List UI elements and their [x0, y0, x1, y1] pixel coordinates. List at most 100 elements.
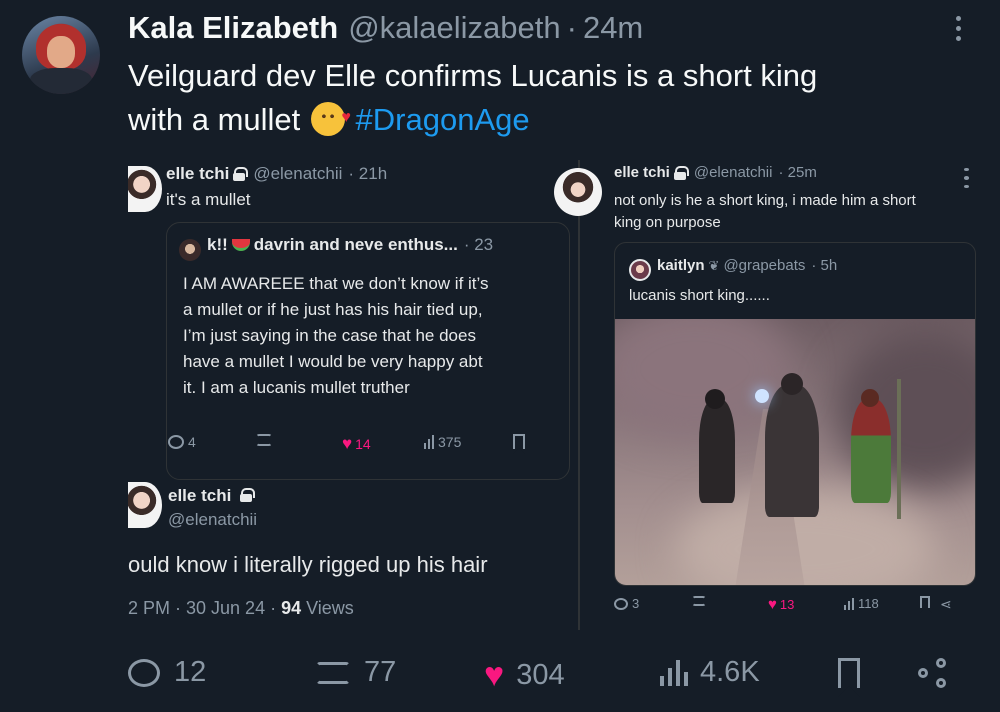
author-name[interactable]: Kala Elizabeth	[128, 10, 338, 46]
tweet-text: not only is he a short king, i made him …	[614, 190, 980, 234]
repost-button[interactable]	[692, 596, 706, 606]
post-text-line2: with a mullet #DragonAge	[128, 96, 948, 142]
views-count: 375	[438, 434, 462, 450]
more-icon[interactable]	[948, 16, 968, 46]
character-mage	[851, 399, 891, 503]
views-icon	[660, 659, 688, 686]
quote-text: I AM AWAREEE that we don’t know if it’s …	[183, 271, 563, 401]
reply-author: elle tchi	[168, 486, 255, 506]
hashtag-link[interactable]: #DragonAge	[356, 102, 530, 137]
avatar[interactable]	[179, 239, 201, 261]
author-name[interactable]: elle tchi	[168, 486, 231, 505]
post-header: Kala Elizabeth @kalaelizabeth · 24m	[128, 10, 643, 46]
views-count: 4.6K	[700, 656, 760, 688]
reply-button[interactable]: 12	[128, 656, 206, 689]
post-text: Veilguard dev Elle confirms Lucanis is a…	[128, 54, 948, 142]
quote-time[interactable]: · 5h	[811, 257, 837, 274]
post-text-line1: Veilguard dev Elle confirms Lucanis is a…	[128, 58, 818, 93]
heart-icon: ♥	[484, 656, 505, 694]
post-text-line2-start: with a mullet	[128, 102, 301, 137]
avatar[interactable]	[128, 166, 162, 212]
author-handle[interactable]: @kalaelizabeth	[348, 10, 560, 46]
repost-icon	[692, 596, 706, 606]
views-button[interactable]: 4.6K	[660, 656, 760, 689]
quote-time[interactable]: · 23	[464, 235, 493, 255]
watermelon-icon	[231, 239, 250, 251]
bookmark-button[interactable]	[838, 658, 860, 697]
author-handle[interactable]: @elenatchii	[168, 510, 257, 530]
tweet-actions: 3 ♥ 13 118 ⋖	[614, 594, 974, 614]
grape-icon: ❦	[708, 257, 720, 273]
tweet-actions: 4 ♥ 14 375	[168, 432, 528, 454]
repost-button[interactable]: 77	[316, 656, 396, 689]
views-icon	[844, 597, 854, 610]
reply-count: 3	[632, 596, 640, 611]
game-screenshot-image[interactable]	[615, 319, 975, 585]
reply-button[interactable]: 3	[614, 596, 639, 611]
avatar[interactable]	[629, 259, 651, 281]
repost-icon	[256, 434, 272, 446]
share-button[interactable]	[918, 658, 948, 688]
bookmark-icon	[513, 434, 525, 454]
more-icon[interactable]	[962, 168, 970, 188]
author-name[interactable]: elle tchi	[166, 164, 229, 184]
views-label: Views	[301, 598, 354, 618]
like-count: 304	[516, 659, 565, 691]
views-button[interactable]: 375	[424, 434, 461, 450]
like-button[interactable]: ♥ 13	[768, 596, 794, 613]
share-icon: ⋖	[940, 596, 952, 612]
avatar-armor	[30, 68, 92, 94]
views-button[interactable]: 118	[844, 596, 879, 611]
views-icon	[424, 435, 434, 449]
author-handle[interactable]: @elenatchii	[694, 164, 773, 181]
quote-author-name-suffix[interactable]: davrin and neve enthus...	[254, 235, 458, 255]
reply-timestamp[interactable]: 2 PM · 30 Jun 24 ·	[128, 598, 281, 618]
like-count: 14	[355, 436, 371, 452]
tweet-time[interactable]: · 21h	[348, 164, 387, 184]
quote-line: I AM AWAREEE that we don’t know if it’s	[183, 274, 489, 293]
post-time[interactable]: 24m	[583, 10, 643, 46]
share-button[interactable]: ⋖	[940, 596, 952, 613]
author-name[interactable]: elle tchi	[614, 164, 670, 181]
quote-author-name[interactable]: k!!	[207, 235, 228, 255]
lock-icon	[233, 167, 249, 181]
magic-glow	[755, 389, 769, 403]
tweet-line: not only is he a short king, i made him …	[614, 192, 916, 209]
avatar[interactable]	[128, 482, 162, 528]
left-media-tweet[interactable]: elle tchi @elenatchii · 21h it's a mulle…	[128, 160, 570, 636]
tweet-header: elle tchi @elenatchii · 25m	[614, 164, 817, 181]
quote-author-handle[interactable]: @grapebats	[723, 257, 805, 274]
quoted-tweet[interactable]: kaitlyn ❦ @grapebats · 5h lucanis short …	[614, 242, 976, 586]
quote-text: lucanis short king......	[629, 287, 770, 304]
repost-button[interactable]	[256, 434, 272, 446]
bookmark-button[interactable]	[920, 596, 932, 613]
quote-line: a mullet or if he just has his hair tied…	[183, 300, 483, 319]
tweet-header: elle tchi @elenatchii · 21h	[166, 164, 387, 184]
avatar[interactable]	[22, 16, 100, 94]
reply-button[interactable]: 4	[168, 434, 196, 450]
reply-count: 12	[174, 656, 207, 688]
reply-count: 4	[188, 434, 196, 450]
quote-line: I’m just saying in the case that he does	[183, 326, 476, 345]
character-lucanis	[699, 399, 735, 503]
tweet-line: king on purpose	[614, 214, 721, 231]
separator: ·	[566, 10, 577, 45]
character-cloaked	[765, 385, 819, 517]
repost-icon	[316, 661, 350, 684]
quote-line: it. I am a lucanis mullet truther	[183, 378, 410, 397]
like-button[interactable]: ♥ 304	[484, 656, 565, 695]
smiling-face-hearts-icon	[310, 96, 351, 140]
quote-author-name[interactable]: kaitlyn	[657, 257, 705, 274]
repost-count: 77	[364, 656, 397, 688]
staff	[897, 379, 901, 519]
author-handle[interactable]: @elenatchii	[253, 164, 342, 184]
quote-line: have a mullet I would be very happy abt	[183, 352, 483, 371]
tweet-time[interactable]: · 25m	[778, 164, 816, 181]
bookmark-button[interactable]	[513, 434, 525, 454]
post-actions: 12 77 ♥ 304 4.6K	[128, 652, 958, 697]
avatar[interactable]	[554, 168, 602, 216]
heart-icon: ♥	[768, 596, 777, 613]
share-icon	[918, 658, 948, 688]
like-button[interactable]: ♥ 14	[342, 434, 371, 454]
tweet-text: it's a mullet	[166, 190, 251, 209]
